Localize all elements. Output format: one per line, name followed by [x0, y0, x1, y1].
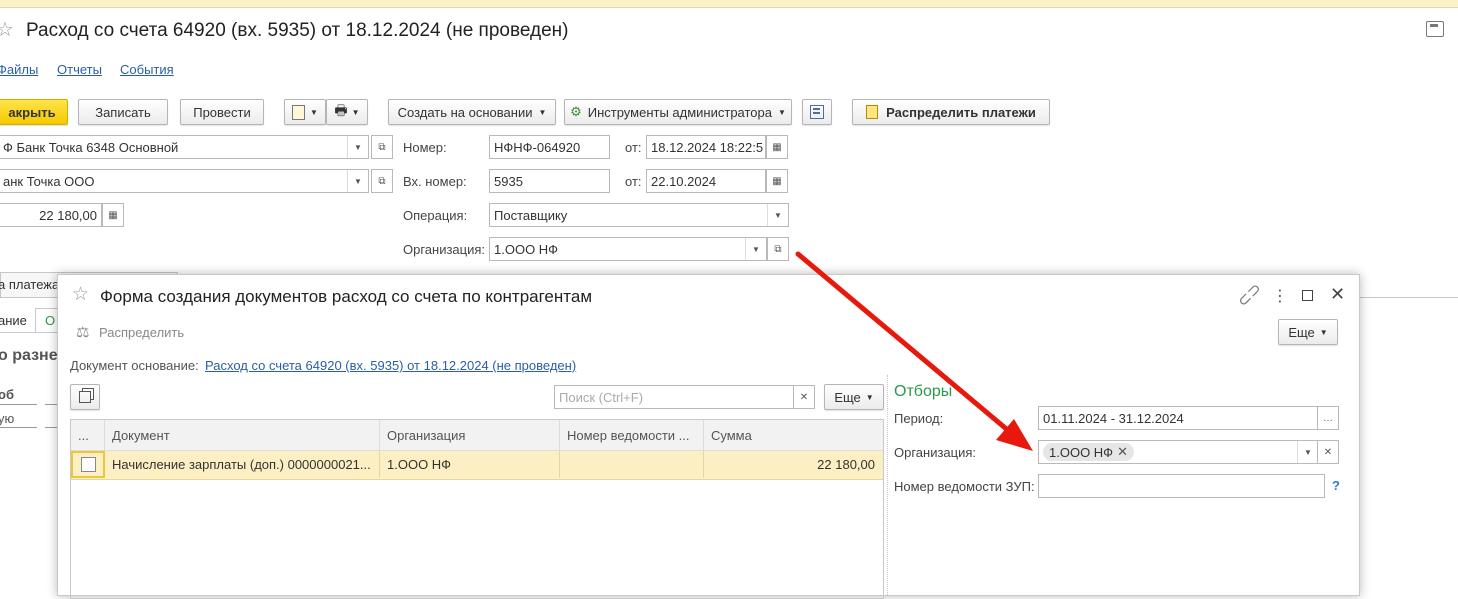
annotation-arrow [795, 251, 1033, 451]
